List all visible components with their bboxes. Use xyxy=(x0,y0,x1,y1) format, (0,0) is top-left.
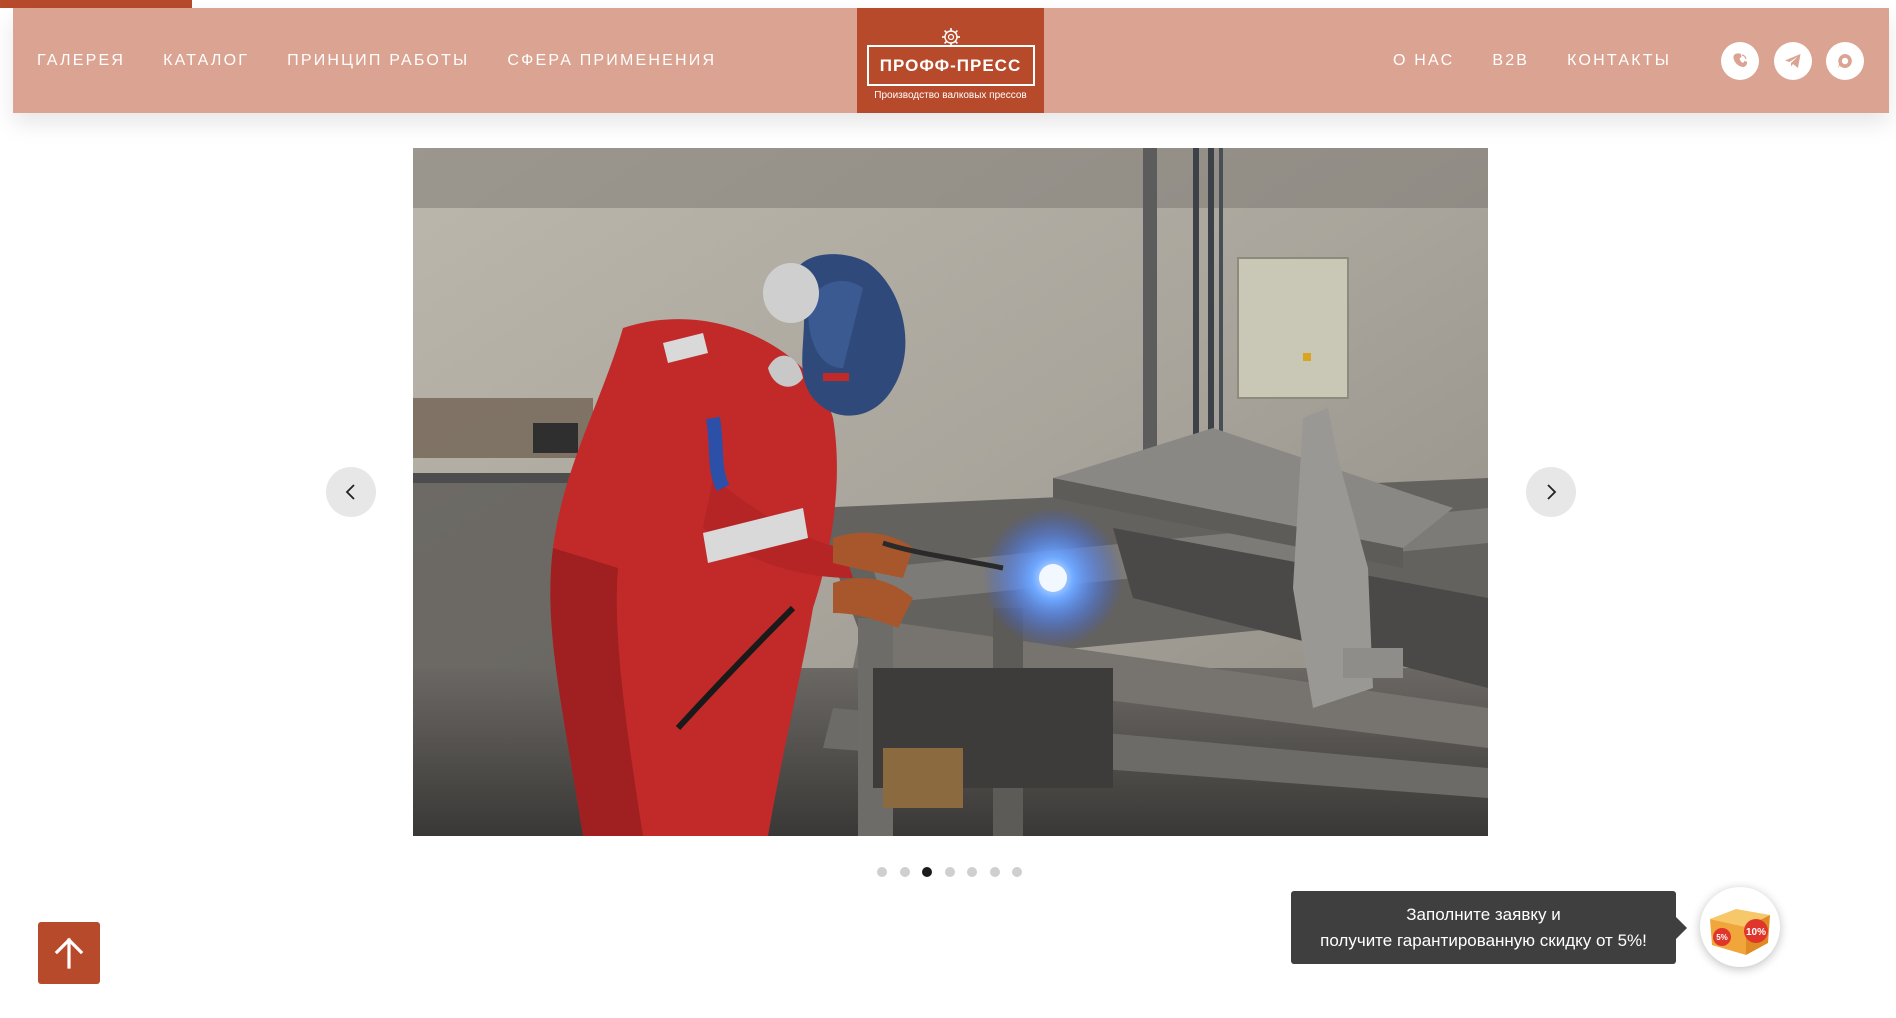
gear-icon xyxy=(941,28,960,46)
logo[interactable]: ПРОФФ-ПРЕСС Производство валковых прессо… xyxy=(857,8,1044,113)
chevron-left-icon xyxy=(345,484,355,500)
discount-badge-button[interactable]: 5% 10% xyxy=(1700,887,1780,967)
promo-tooltip-arrow xyxy=(1676,917,1687,939)
scroll-to-top-button[interactable] xyxy=(38,922,100,984)
chat-button[interactable] xyxy=(1826,42,1864,80)
viber-icon xyxy=(1733,53,1748,67)
slider-dot[interactable] xyxy=(967,867,977,877)
nav-applications[interactable]: СФЕРА ПРИМЕНЕНИЯ xyxy=(507,52,716,70)
telegram-button[interactable] xyxy=(1774,42,1812,80)
promo-line-2: получите гарантированную скидку от 5%! xyxy=(1320,930,1647,950)
nav-how-it-works[interactable]: ПРИНЦИП РАБОТЫ xyxy=(287,52,469,70)
promo-line-1: Заполните заявку и xyxy=(1406,904,1561,924)
slider-dot[interactable] xyxy=(944,867,955,877)
arrow-up-icon xyxy=(54,937,84,969)
telegram-icon xyxy=(1785,54,1801,68)
slider-dot[interactable] xyxy=(989,867,1000,877)
slider-pagination xyxy=(877,867,1035,877)
site-header: ГАЛЕРЕЯ КАТАЛОГ ПРИНЦИП РАБОТЫ СФЕРА ПРИ… xyxy=(13,8,1889,113)
slider-image xyxy=(413,148,1488,836)
discount-box-icon: 5% 10% xyxy=(1710,909,1770,955)
nav-left: ГАЛЕРЕЯ КАТАЛОГ ПРИНЦИП РАБОТЫ СФЕРА ПРИ… xyxy=(37,8,754,113)
badge-text-5: 5% xyxy=(1716,933,1728,942)
chevron-right-icon xyxy=(1547,484,1557,500)
nav-catalog[interactable]: КАТАЛОГ xyxy=(163,52,249,70)
nav-b2b[interactable]: B2B xyxy=(1492,52,1529,70)
viber-button[interactable] xyxy=(1721,42,1759,80)
nav-right: О НАС B2B КОНТАКТЫ xyxy=(1393,8,1709,113)
chat-icon xyxy=(1838,54,1852,69)
slider-next-button[interactable] xyxy=(1526,467,1576,517)
slider-dot[interactable] xyxy=(877,867,887,877)
slider-dot[interactable] xyxy=(922,867,932,877)
nav-contacts[interactable]: КОНТАКТЫ xyxy=(1567,52,1671,70)
nav-about[interactable]: О НАС xyxy=(1393,52,1454,70)
slider-prev-button[interactable] xyxy=(326,467,376,517)
logo-title: ПРОФФ-ПРЕСС xyxy=(866,45,1035,86)
logo-subtitle: Производство валковых прессов xyxy=(874,90,1027,101)
welder-photo xyxy=(413,148,1488,836)
page-progress-bar xyxy=(0,0,192,8)
slider-dot[interactable] xyxy=(1012,867,1022,877)
promo-tooltip[interactable]: Заполните заявку и получите гарантирован… xyxy=(1291,891,1676,964)
badge-text-10: 10% xyxy=(1746,927,1766,938)
slider-dot[interactable] xyxy=(899,867,910,877)
nav-gallery[interactable]: ГАЛЕРЕЯ xyxy=(37,52,125,70)
